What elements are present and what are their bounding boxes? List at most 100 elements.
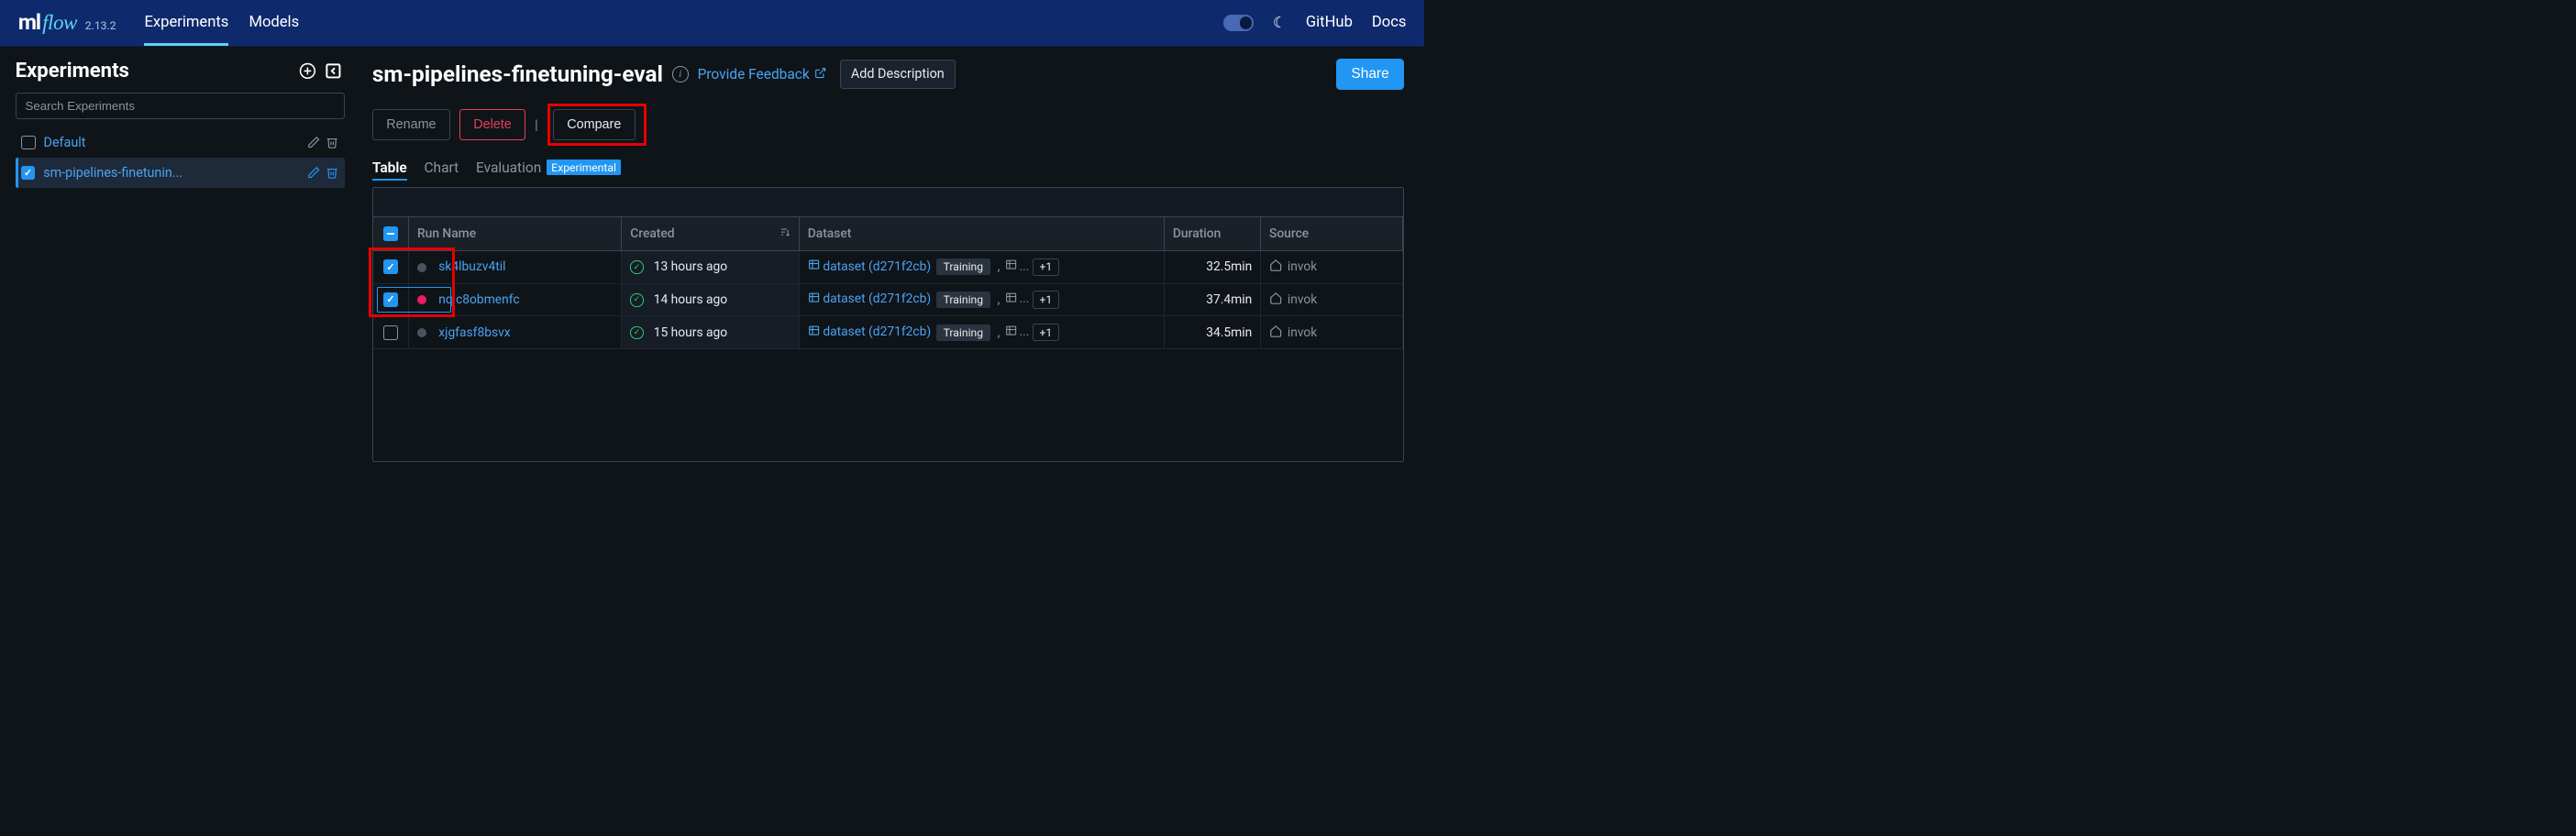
sidebar-header: Experiments <box>16 59 345 82</box>
tab-table[interactable]: Table <box>372 160 407 182</box>
dataset-tag-badge: Training <box>936 292 990 308</box>
logo-version: 2.13.2 <box>85 19 116 32</box>
info-icon[interactable]: i <box>672 66 689 82</box>
duration-cell: 34.5min <box>1165 316 1261 349</box>
table-row[interactable]: xjgfasf8bsvx 15 hours ago dataset (d271f… <box>373 316 1403 349</box>
feedback-label: Provide Feedback <box>698 66 810 82</box>
logo-text-ml: ml <box>18 9 40 35</box>
experiment-item-sm-pipelines[interactable]: sm-pipelines-finetunin... <box>16 158 345 188</box>
run-name-link[interactable]: sk4lbuzv4til <box>438 259 505 274</box>
dataset-link[interactable]: dataset (d271f2cb) <box>808 324 931 340</box>
edit-icon[interactable] <box>307 166 320 179</box>
row-checkbox[interactable] <box>383 325 397 339</box>
delete-button[interactable]: Delete <box>459 109 525 139</box>
new-experiment-button[interactable] <box>296 60 318 82</box>
dataset-more[interactable]: ... <box>1005 324 1029 340</box>
table-row[interactable]: sk4lbuzv4til 13 hours ago dataset (d271f… <box>373 250 1403 283</box>
sidebar: Experiments Default <box>0 47 360 462</box>
collapse-sidebar-button[interactable] <box>323 60 345 82</box>
experiment-item-actions <box>307 136 338 148</box>
home-icon <box>1269 258 1282 275</box>
experiment-name[interactable]: Default <box>44 135 300 150</box>
sort-desc-icon[interactable] <box>779 226 790 241</box>
docs-link[interactable]: Docs <box>1372 14 1407 31</box>
rename-button[interactable]: Rename <box>372 109 450 139</box>
source-cell: invok <box>1261 250 1403 283</box>
column-header-dataset[interactable]: Dataset <box>799 217 1164 251</box>
ellipsis: ... <box>1019 292 1029 306</box>
provide-feedback-link[interactable]: Provide Feedback <box>698 66 827 82</box>
compare-button[interactable]: Compare <box>553 109 636 139</box>
comma: , <box>998 325 1001 340</box>
created-text: 13 hours ago <box>654 259 727 274</box>
trash-icon[interactable] <box>326 166 338 179</box>
dataset-link[interactable]: dataset (d271f2cb) <box>808 258 931 274</box>
source-link[interactable]: invok <box>1269 258 1317 275</box>
trash-icon[interactable] <box>326 136 338 148</box>
status-dot-icon <box>417 263 426 272</box>
dataset-more[interactable]: ... <box>1005 258 1029 274</box>
column-header-created[interactable]: Created <box>622 217 800 251</box>
run-name-cell: sk4lbuzv4til <box>409 250 622 283</box>
tab-evaluation[interactable]: Evaluation Experimental <box>476 160 621 182</box>
duration-value: 37.4min <box>1206 292 1252 307</box>
mlflow-logo[interactable]: ml flow 2.13.2 <box>18 9 116 36</box>
nav-models[interactable]: Models <box>249 2 299 44</box>
experiment-header: sm-pipelines-finetuning-eval i Provide F… <box>372 59 1404 89</box>
table-row[interactable]: nqjc8obmenfc 14 hours ago dataset (d271f… <box>373 283 1403 316</box>
runs-table-wrap: Run Name Created Dataset Duration Source… <box>372 187 1404 463</box>
experiment-title: sm-pipelines-finetuning-eval <box>372 60 663 87</box>
comma: , <box>998 259 1001 274</box>
share-button[interactable]: Share <box>1336 59 1404 89</box>
source-link[interactable]: invok <box>1269 292 1317 308</box>
edit-icon[interactable] <box>307 136 320 148</box>
dataset-more-count[interactable]: +1 <box>1033 258 1059 276</box>
status-success-icon <box>630 293 643 306</box>
nav-experiments[interactable]: Experiments <box>144 2 228 44</box>
theme-toggle[interactable] <box>1223 15 1254 31</box>
column-header-checkbox <box>373 217 409 251</box>
comma: , <box>998 292 1001 307</box>
tab-chart[interactable]: Chart <box>424 160 459 182</box>
experiment-name[interactable]: sm-pipelines-finetunin... <box>43 165 299 181</box>
main-nav: Experiments Models <box>144 2 299 44</box>
experiments-list: Default sm-pipelines-finetunin... <box>16 127 345 188</box>
home-icon <box>1269 324 1282 341</box>
experiment-item-actions <box>307 166 338 179</box>
experiment-checkbox[interactable] <box>21 166 35 180</box>
body-layout: Experiments Default <box>0 47 1424 462</box>
dataset-link[interactable]: dataset (d271f2cb) <box>808 292 931 307</box>
sidebar-actions <box>296 60 345 82</box>
created-label: Created <box>630 226 674 241</box>
compare-highlight-box: Compare <box>547 104 647 146</box>
header-right: ☾ GitHub Docs <box>1223 14 1407 32</box>
source-cell: invok <box>1261 316 1403 349</box>
dataset-tag-badge: Training <box>936 324 990 341</box>
add-description-button[interactable]: Add Description <box>840 60 956 89</box>
run-name-link[interactable]: xjgfasf8bsvx <box>438 325 510 340</box>
column-header-source[interactable]: Source <box>1261 217 1403 251</box>
dataset-more-count[interactable]: +1 <box>1033 291 1059 308</box>
experiment-checkbox[interactable] <box>21 136 35 149</box>
github-link[interactable]: GitHub <box>1306 14 1353 31</box>
created-cell: 13 hours ago <box>622 250 800 283</box>
dataset-more-count[interactable]: +1 <box>1033 324 1059 341</box>
created-cell: 14 hours ago <box>622 283 800 316</box>
search-experiments-input[interactable] <box>16 93 345 119</box>
table-icon <box>808 258 820 274</box>
moon-icon: ☾ <box>1273 14 1287 32</box>
experimental-badge: Experimental <box>547 160 622 175</box>
experiment-item-default[interactable]: Default <box>16 127 345 158</box>
action-row: Rename Delete | Compare <box>372 104 1404 146</box>
dataset-name: dataset (d271f2cb) <box>823 292 931 306</box>
table-header-row: Run Name Created Dataset Duration Source <box>373 217 1403 251</box>
ellipsis: ... <box>1019 324 1029 339</box>
table-toolbar <box>373 188 1403 217</box>
dataset-more[interactable]: ... <box>1005 292 1029 307</box>
column-header-run-name[interactable]: Run Name <box>409 217 622 251</box>
select-all-checkbox[interactable] <box>383 226 397 240</box>
source-link[interactable]: invok <box>1269 324 1317 341</box>
status-success-icon <box>630 326 643 339</box>
column-header-duration[interactable]: Duration <box>1165 217 1261 251</box>
row-checkbox[interactable] <box>383 259 397 273</box>
